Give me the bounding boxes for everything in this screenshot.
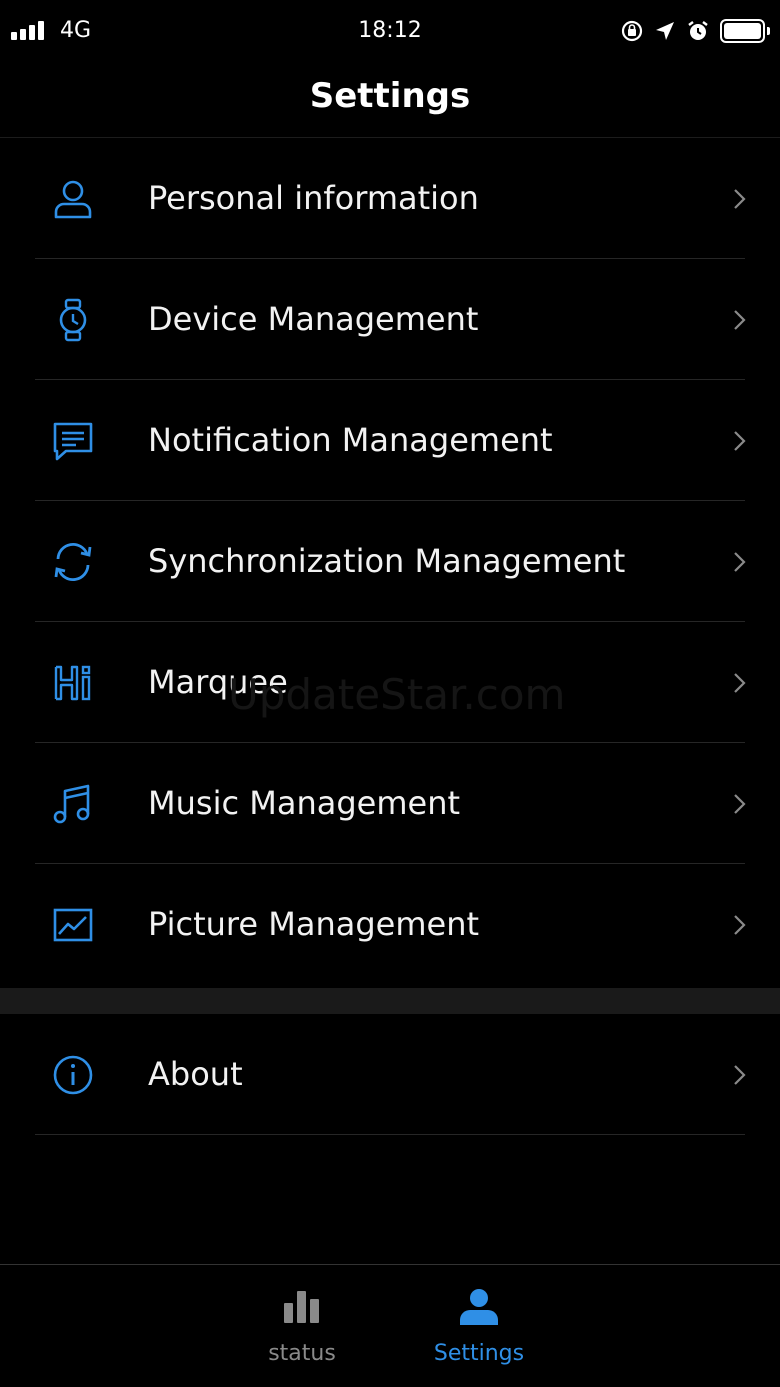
- watermark: UpdateStar.com: [228, 670, 566, 719]
- menu-item-label: Notification Management: [148, 421, 553, 459]
- status-bar: 4G 18:12: [0, 0, 780, 62]
- menu-item-label: Picture Management: [148, 905, 480, 943]
- status-indicators: [620, 16, 770, 46]
- menu-item-label: Synchronization Management: [148, 542, 626, 580]
- chevron-right-icon: [730, 429, 750, 453]
- menu-item-notification-management[interactable]: Notification Management: [0, 380, 780, 501]
- chevron-right-icon: [730, 187, 750, 211]
- alarm-icon: [686, 19, 710, 43]
- menu-item-about[interactable]: About: [0, 1014, 780, 1135]
- navigation-bar: Settings: [0, 62, 780, 138]
- chevron-right-icon: [730, 671, 750, 695]
- person-icon: [459, 1287, 499, 1327]
- menu-item-personal-information[interactable]: Personal information: [0, 138, 780, 259]
- menu-item-label: About: [148, 1055, 243, 1093]
- chevron-right-icon: [730, 792, 750, 816]
- tab-label: status: [268, 1341, 336, 1366]
- divider: [35, 1134, 745, 1135]
- menu-item-music-management[interactable]: Music Management: [0, 743, 780, 864]
- chevron-right-icon: [730, 308, 750, 332]
- section-separator: [0, 988, 780, 1014]
- menu-item-picture-management[interactable]: Picture Management: [0, 864, 780, 985]
- chevron-right-icon: [730, 913, 750, 937]
- page-title: Settings: [309, 76, 471, 116]
- tab-settings[interactable]: Settings: [419, 1265, 539, 1387]
- menu-item-device-management[interactable]: Device Management: [0, 259, 780, 380]
- tab-label: Settings: [433, 1341, 525, 1366]
- about-section: About: [0, 1014, 780, 1135]
- sync-icon: [50, 539, 96, 585]
- menu-item-label: Device Management: [148, 300, 479, 338]
- hi-icon: [50, 660, 96, 706]
- picture-icon: [50, 902, 96, 948]
- menu-item-label: Personal information: [148, 179, 479, 217]
- battery-icon: [720, 19, 770, 43]
- message-icon: [50, 418, 96, 464]
- orientation-lock-icon: [620, 19, 644, 43]
- tab-bar: status Settings: [0, 1264, 780, 1387]
- chevron-right-icon: [730, 1063, 750, 1087]
- settings-screen: 4G 18:12 Settings Personal information D…: [0, 0, 780, 1387]
- tab-status[interactable]: status: [242, 1265, 362, 1387]
- menu-item-synchronization-management[interactable]: Synchronization Management: [0, 501, 780, 622]
- chevron-right-icon: [730, 550, 750, 574]
- info-icon: [50, 1052, 96, 1098]
- person-icon: [50, 176, 96, 222]
- watch-icon: [50, 297, 96, 343]
- settings-menu-list: Personal information Device Management N…: [0, 138, 780, 985]
- music-icon: [50, 781, 96, 827]
- bar-chart-icon: [282, 1287, 322, 1327]
- menu-item-label: Music Management: [148, 784, 461, 822]
- location-arrow-icon: [654, 20, 676, 42]
